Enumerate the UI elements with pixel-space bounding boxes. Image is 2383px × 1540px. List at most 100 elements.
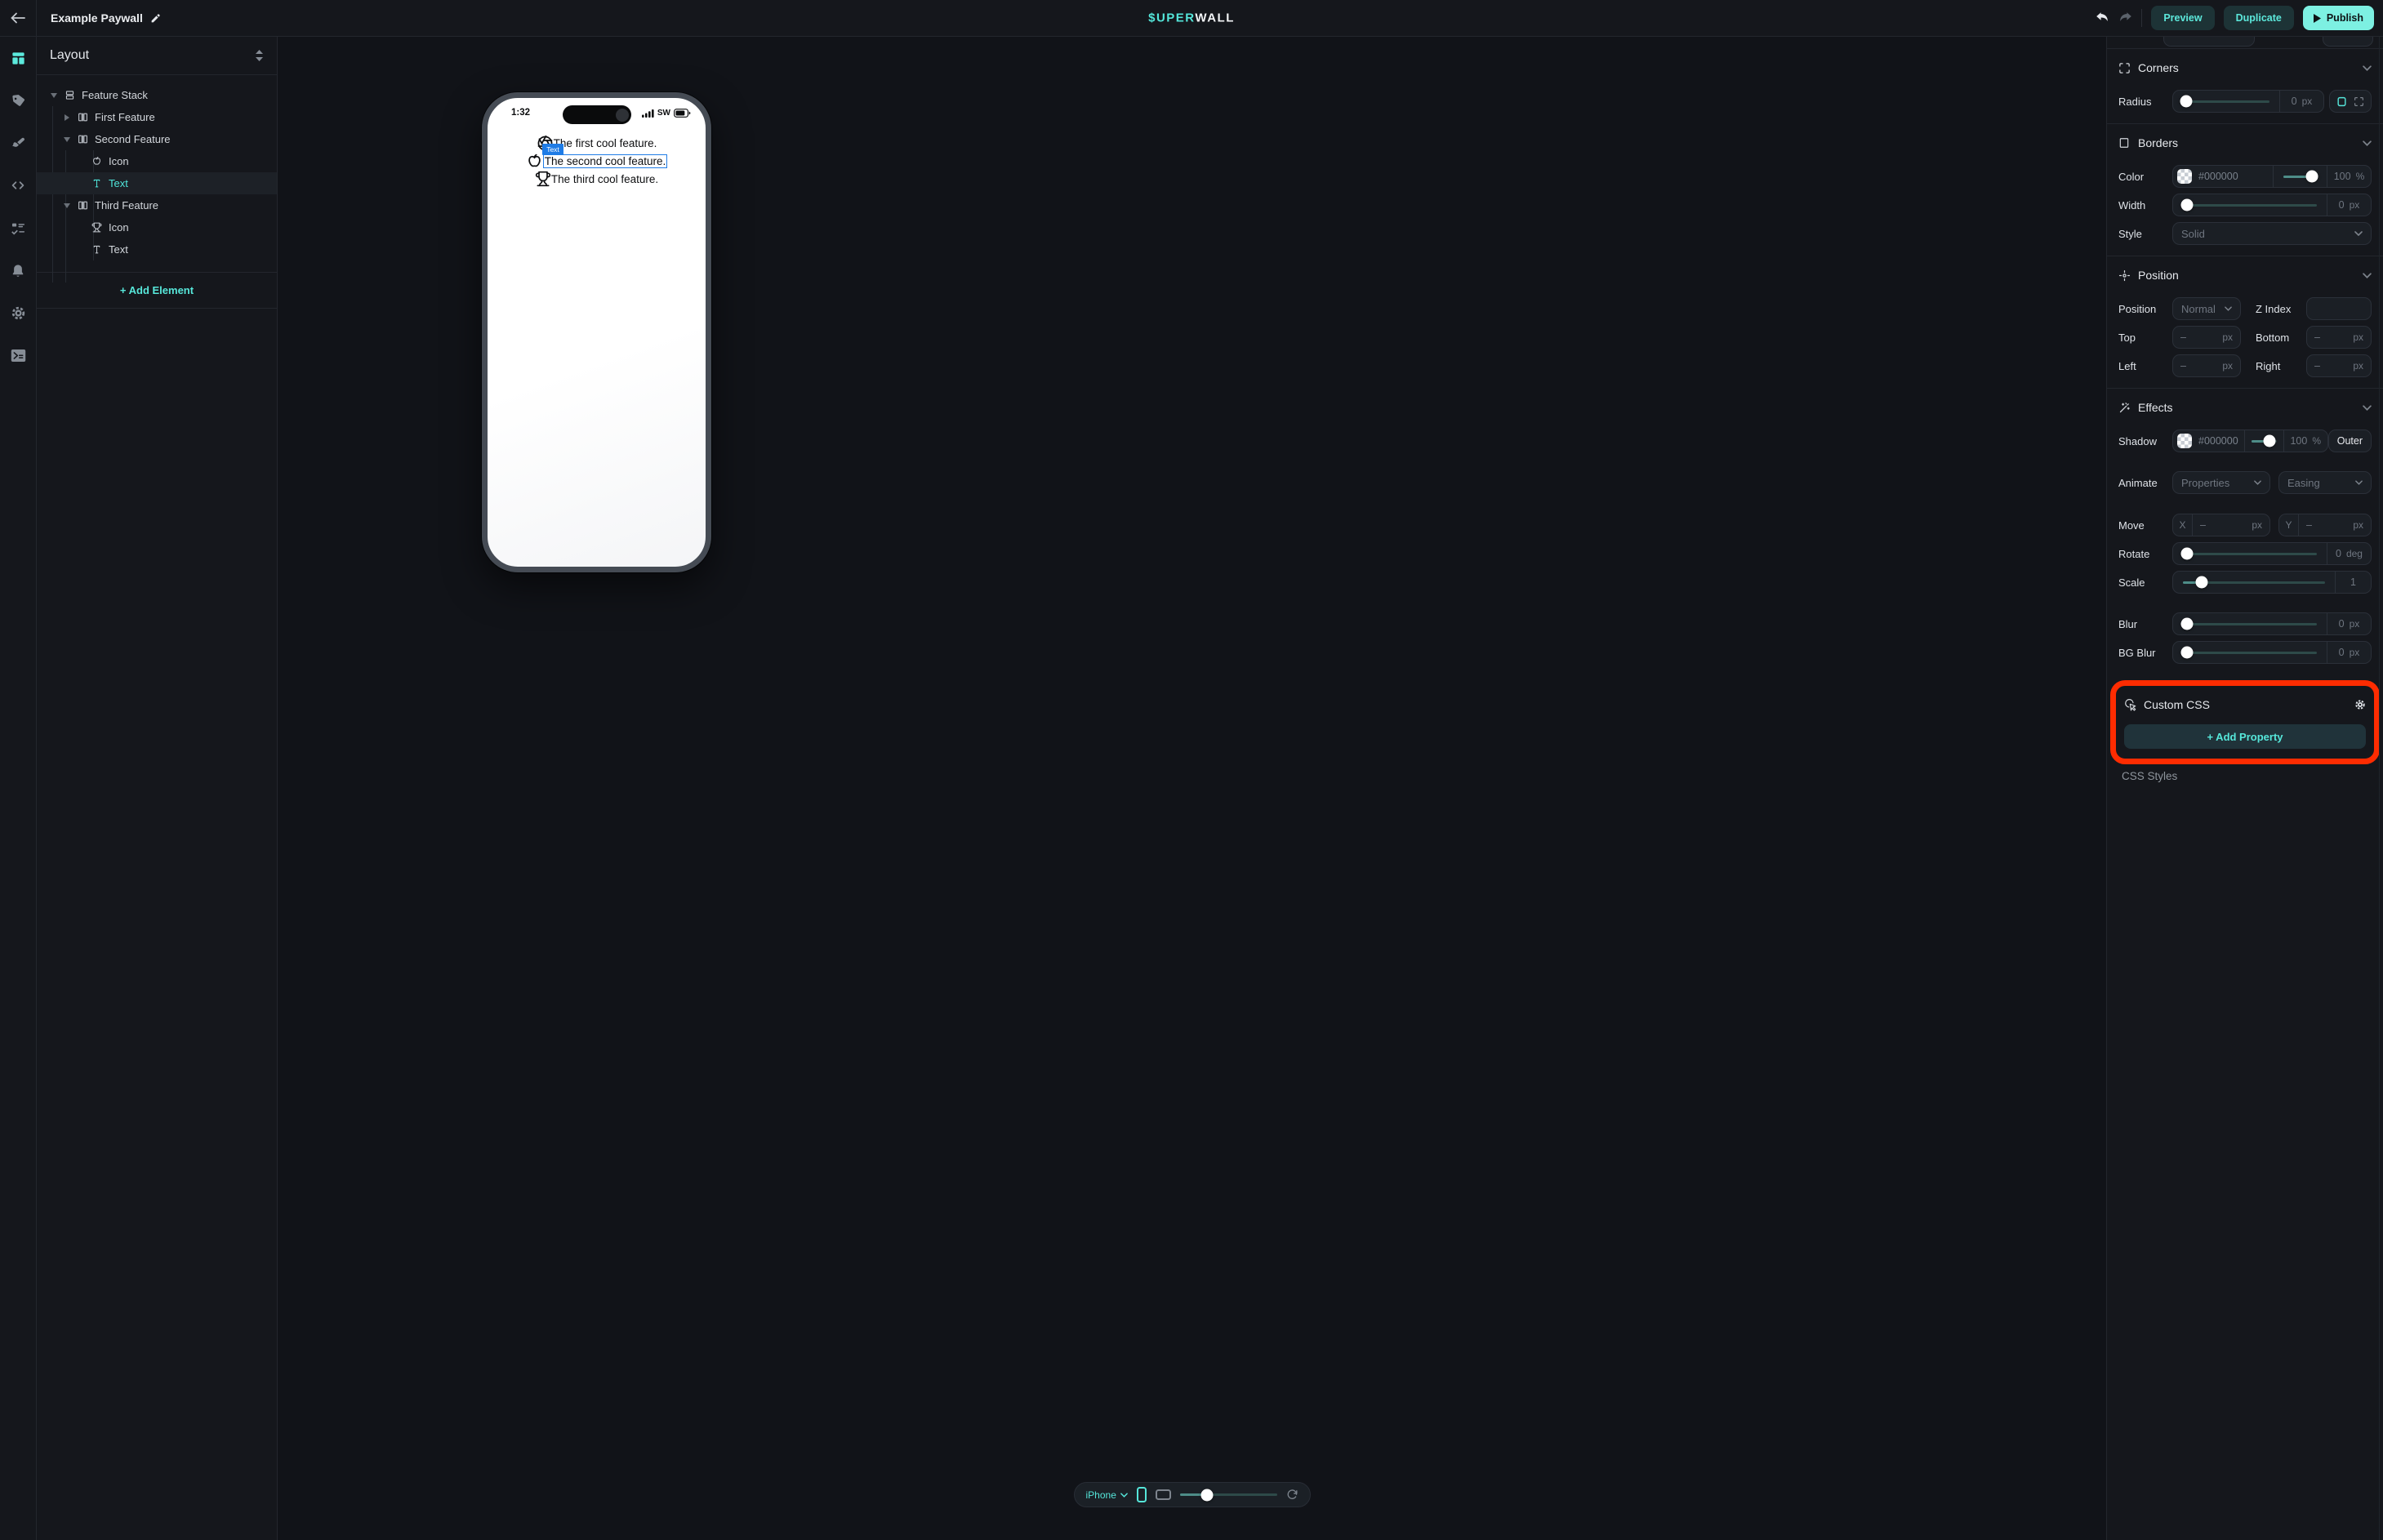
zoom-slider-thumb[interactable] xyxy=(1201,1489,1214,1501)
tree-item-icon-trophy[interactable]: Icon xyxy=(37,216,277,238)
collapse-chevron-icon[interactable] xyxy=(2363,405,2372,411)
rail-code-icon[interactable] xyxy=(8,176,28,195)
tree-item-icon-apple[interactable]: Icon xyxy=(37,150,277,172)
zoom-slider[interactable] xyxy=(1180,1489,1277,1501)
slider-thumb[interactable] xyxy=(2264,435,2276,447)
move-x-input[interactable]: X–px xyxy=(2172,514,2270,536)
css-styles-label: CSS Styles xyxy=(2122,770,2383,782)
move-y-input[interactable]: Y–px xyxy=(2278,514,2372,536)
chevron-down-icon xyxy=(2225,306,2232,311)
shadow-color-control: #000000 100% xyxy=(2172,430,2328,452)
slider-thumb[interactable] xyxy=(2180,647,2193,659)
tree-item-second-feature[interactable]: Second Feature xyxy=(37,128,277,150)
uniform-radius-button[interactable] xyxy=(2336,96,2347,107)
right-label: Right xyxy=(2256,360,2303,372)
text-icon xyxy=(90,244,103,255)
iphone-preview[interactable]: 1:32 SW The first cool feature. TextThe … xyxy=(482,92,711,572)
tree-item-third-feature[interactable]: Third Feature xyxy=(37,194,277,216)
border-color-control: #000000 100% xyxy=(2172,165,2372,188)
dynamic-island xyxy=(563,105,631,124)
layout-panel-header: Layout xyxy=(37,37,277,75)
shadow-outer-button[interactable]: Outer xyxy=(2328,430,2372,452)
section-title: Corners xyxy=(2138,61,2363,74)
device-select[interactable]: iPhone xyxy=(1086,1489,1128,1501)
border-opacity-slider[interactable] xyxy=(2273,166,2327,187)
scale-slider[interactable]: 1 xyxy=(2172,571,2372,594)
caret-down-icon[interactable] xyxy=(62,203,72,208)
left-input[interactable]: –px xyxy=(2172,354,2241,377)
caret-right-icon[interactable] xyxy=(62,114,72,121)
caret-down-icon[interactable] xyxy=(62,137,72,142)
animate-label: Animate xyxy=(2118,477,2172,489)
selected-text-element[interactable]: TextThe second cool feature. xyxy=(543,154,668,168)
blur-slider[interactable]: 0px xyxy=(2172,612,2372,635)
feature-row-3[interactable]: The third cool feature. xyxy=(535,170,658,188)
preview-button[interactable]: Preview xyxy=(2151,6,2214,30)
collapse-chevron-icon[interactable] xyxy=(2363,140,2372,146)
rail-tag-icon[interactable] xyxy=(8,91,28,110)
duplicate-button[interactable]: Duplicate xyxy=(2224,6,2294,30)
color-swatch[interactable] xyxy=(2177,169,2192,184)
slider-thumb[interactable] xyxy=(2180,96,2193,108)
columns-icon xyxy=(76,134,89,145)
per-corner-radius-button[interactable] xyxy=(2354,96,2364,107)
feature-row-2[interactable]: TextThe second cool feature. xyxy=(526,152,668,170)
color-picker[interactable]: #000000 xyxy=(2173,169,2273,184)
add-element-button[interactable]: + Add Element xyxy=(37,273,277,309)
tree-item-first-feature[interactable]: First Feature xyxy=(37,106,277,128)
redo-icon[interactable] xyxy=(2118,11,2132,24)
animate-easing-select[interactable]: Easing xyxy=(2278,471,2372,494)
slider-thumb[interactable] xyxy=(2180,548,2193,560)
layout-panel: Layout Feature Stack First Feature Secon… xyxy=(37,37,278,1540)
camera-dot xyxy=(616,109,629,122)
rail-bell-icon[interactable] xyxy=(8,260,28,280)
rail-settings-gear-icon[interactable] xyxy=(8,303,28,323)
bottom-input[interactable]: –px xyxy=(2306,326,2372,349)
color-label: Color xyxy=(2118,171,2172,183)
refresh-icon[interactable] xyxy=(1286,1489,1298,1501)
color-swatch[interactable] xyxy=(2177,434,2192,448)
sort-icon[interactable] xyxy=(255,50,264,61)
border-style-select[interactable]: Solid xyxy=(2172,222,2372,245)
right-input[interactable]: –px xyxy=(2306,354,2372,377)
tree-item-text[interactable]: Text xyxy=(37,238,277,260)
canvas[interactable]: 1:32 SW The first cool feature. TextThe … xyxy=(278,37,2106,1540)
collapse-chevron-icon[interactable] xyxy=(2363,273,2372,278)
shadow-color-picker[interactable]: #000000 xyxy=(2173,434,2244,448)
top-input[interactable]: –px xyxy=(2172,326,2241,349)
rotate-slider[interactable]: 0deg xyxy=(2172,542,2372,565)
zindex-input[interactable] xyxy=(2306,297,2372,320)
caret-down-icon[interactable] xyxy=(49,93,59,98)
radius-slider[interactable]: 0px xyxy=(2172,90,2324,113)
publish-button[interactable]: Publish xyxy=(2303,6,2374,30)
position-mode-select[interactable]: Normal xyxy=(2172,297,2241,320)
bg-blur-slider[interactable]: 0px xyxy=(2172,641,2372,664)
text-icon xyxy=(90,178,103,189)
back-button[interactable] xyxy=(0,0,37,36)
border-width-slider[interactable]: 0px xyxy=(2172,194,2372,216)
animate-properties-select[interactable]: Properties xyxy=(2172,471,2270,494)
status-icons: SW xyxy=(642,109,691,118)
tree-item-text-selected[interactable]: Text xyxy=(37,172,277,194)
collapse-chevron-icon[interactable] xyxy=(2363,65,2372,71)
slider-thumb[interactable] xyxy=(2195,576,2207,589)
rail-terminal-icon[interactable] xyxy=(8,345,28,365)
rail-theme-brush-icon[interactable] xyxy=(8,133,28,153)
bg-blur-label: BG Blur xyxy=(2118,647,2172,659)
tree-item-feature-stack[interactable]: Feature Stack xyxy=(37,84,277,106)
rail-checklist-icon[interactable] xyxy=(8,218,28,238)
columns-icon xyxy=(76,200,89,211)
slider-thumb[interactable] xyxy=(2180,199,2193,211)
section-title: Position xyxy=(2138,269,2363,282)
custom-css-settings-gear-icon[interactable] xyxy=(2354,699,2366,710)
add-property-button[interactable]: + Add Property xyxy=(2124,724,2366,749)
edit-pencil-icon[interactable] xyxy=(150,13,161,24)
portrait-orientation-button[interactable] xyxy=(1137,1487,1147,1502)
landscape-orientation-button[interactable] xyxy=(1156,1489,1171,1500)
shadow-opacity-slider[interactable] xyxy=(2244,430,2283,452)
slider-thumb[interactable] xyxy=(2305,171,2318,183)
iphone-screen[interactable]: 1:32 SW The first cool feature. TextThe … xyxy=(488,98,706,567)
undo-icon[interactable] xyxy=(2096,11,2109,24)
rail-layout-icon[interactable] xyxy=(8,48,28,68)
slider-thumb[interactable] xyxy=(2180,618,2193,630)
